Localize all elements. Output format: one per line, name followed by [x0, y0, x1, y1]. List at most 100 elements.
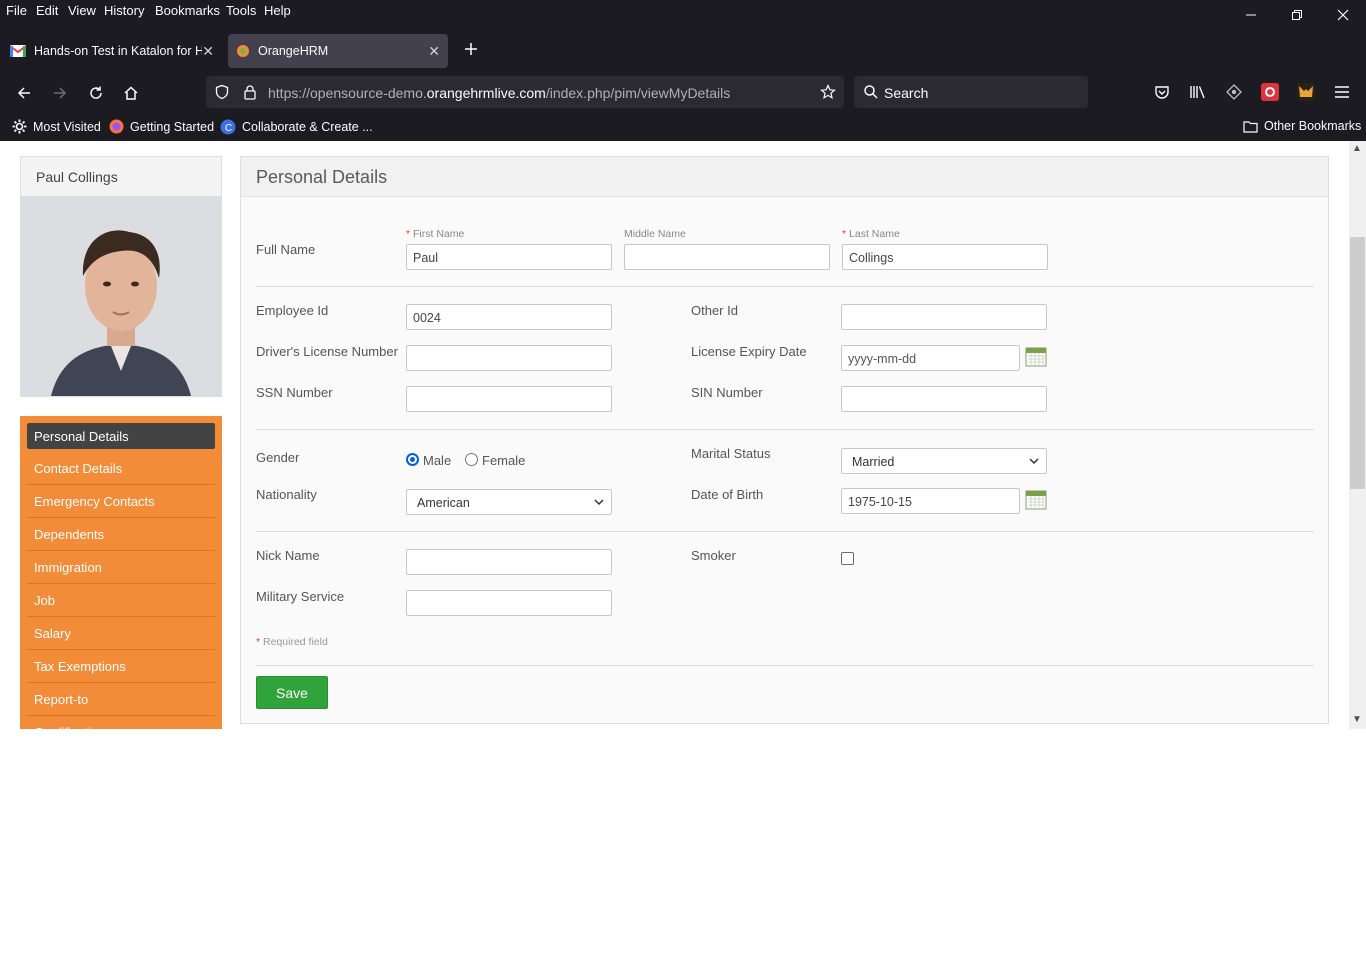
full-name-label: Full Name	[256, 242, 316, 257]
tab-bar: Hands-on Test in Katalon for He ✕ Orange…	[0, 32, 1366, 72]
gender-male-label[interactable]: Male	[423, 453, 451, 468]
nick-name-field[interactable]	[406, 549, 612, 575]
divider	[256, 665, 1314, 666]
dob-field[interactable]: 1975-10-15	[841, 488, 1020, 514]
arrow-right-icon	[54, 87, 67, 99]
menu-file[interactable]: File	[6, 3, 27, 18]
profile-name: Paul Collings	[36, 169, 118, 185]
search-bar[interactable]: Search	[854, 76, 1088, 108]
profile-photo[interactable]	[21, 196, 221, 396]
employee-id-label: Employee Id	[256, 303, 329, 318]
marital-status-label: Marital Status	[691, 446, 771, 461]
last-name-label: * Last Name	[842, 228, 900, 240]
scrollbar-thumb[interactable]	[1350, 237, 1365, 489]
sidebar-item-report-to[interactable]: Report-to	[27, 683, 215, 716]
extension-fox-button[interactable]	[1296, 82, 1316, 102]
browser-chrome: File Edit View History Bookmarks Tools H…	[0, 0, 1366, 141]
sidebar-item-contact-details[interactable]: Contact Details	[27, 452, 215, 485]
middle-name-field[interactable]	[624, 244, 830, 270]
back-button[interactable]	[11, 80, 37, 106]
tab-label: Hands-on Test in Katalon for He	[34, 44, 202, 58]
gender-male-radio[interactable]	[406, 453, 419, 466]
bookmark-most-visited[interactable]: Most Visited	[12, 119, 101, 134]
app-menu-button[interactable]	[1332, 82, 1352, 102]
pocket-button[interactable]	[1152, 82, 1172, 102]
sin-field[interactable]	[841, 386, 1047, 412]
star-icon[interactable]	[820, 84, 836, 100]
scroll-down-icon[interactable]: ▼	[1352, 714, 1362, 725]
menu-edit[interactable]: Edit	[36, 3, 58, 18]
military-service-field[interactable]	[406, 590, 612, 616]
reload-button[interactable]	[83, 80, 109, 106]
tab-gmail[interactable]: Hands-on Test in Katalon for He ✕	[4, 34, 222, 68]
forward-button[interactable]	[47, 80, 73, 106]
home-button[interactable]	[118, 80, 144, 106]
gender-label: Gender	[256, 450, 300, 465]
page-viewport: Paul Collings Personal Details Contact D…	[0, 141, 1366, 729]
calendar-icon[interactable]	[1025, 488, 1047, 510]
minimize-button[interactable]	[1228, 0, 1274, 30]
sidebar-item-emergency-contacts[interactable]: Emergency Contacts	[27, 485, 215, 518]
library-button[interactable]	[1188, 82, 1208, 102]
sidebar-item-salary[interactable]: Salary	[27, 617, 215, 650]
extension-red-button[interactable]	[1260, 82, 1280, 102]
bookmark-other[interactable]: Other Bookmarks	[1243, 119, 1361, 133]
personal-details-panel: Personal Details Full Name * First Name …	[240, 156, 1329, 724]
new-tab-button[interactable]	[458, 36, 484, 62]
calendar-icon[interactable]	[1025, 345, 1047, 367]
divider	[256, 531, 1314, 532]
gender-female-label[interactable]: Female	[482, 453, 525, 468]
page-scrollbar[interactable]: ▲ ▼	[1349, 141, 1366, 729]
license-number-field[interactable]	[406, 345, 612, 371]
arrow-left-icon	[17, 87, 30, 99]
scroll-up-icon[interactable]: ▲	[1352, 143, 1362, 154]
close-icon	[1337, 9, 1349, 21]
required-field-note: * Required field	[256, 636, 328, 648]
restore-button[interactable]	[1274, 0, 1320, 30]
divider	[256, 286, 1314, 287]
menu-view[interactable]: View	[68, 3, 96, 18]
sidebar-item-job[interactable]: Job	[27, 584, 215, 617]
save-button[interactable]: Save	[256, 676, 328, 709]
sidebar-item-personal-details[interactable]: Personal Details	[27, 423, 215, 449]
middle-name-label: Middle Name	[624, 228, 686, 240]
sidebar-item-dependents[interactable]: Dependents	[27, 518, 215, 551]
menu-tools[interactable]: Tools	[226, 3, 256, 18]
bookmark-getting-started[interactable]: Getting Started	[109, 119, 214, 134]
address-bar[interactable]: https://opensource-demo.orangehrmlive.co…	[206, 76, 844, 108]
close-window-button[interactable]	[1320, 0, 1366, 30]
close-tab-icon[interactable]: ✕	[202, 43, 214, 60]
bookmark-label: Collaborate & Create ...	[242, 120, 373, 134]
divider	[256, 429, 1314, 430]
bookmark-collaborate[interactable]: C Collaborate & Create ...	[220, 119, 373, 135]
license-expiry-label: License Expiry Date	[691, 344, 807, 359]
sidebar-item-tax-exemptions[interactable]: Tax Exemptions	[27, 650, 215, 683]
menu-history[interactable]: History	[104, 3, 144, 18]
other-id-field[interactable]	[841, 304, 1047, 330]
sin-label: SIN Number	[691, 385, 763, 400]
extension-button[interactable]	[1224, 82, 1244, 102]
lock-icon	[244, 85, 256, 100]
sidebar-item-qualifications[interactable]: Qualifications	[27, 716, 215, 730]
tab-orangehrm[interactable]: OrangeHRM ✕	[228, 34, 448, 68]
firefox-icon	[109, 119, 124, 134]
profile-card: Paul Collings	[20, 156, 222, 397]
smoker-checkbox[interactable]	[841, 552, 854, 565]
confluence-icon: C	[220, 119, 236, 135]
ssn-field[interactable]	[406, 386, 612, 412]
menu-help[interactable]: Help	[264, 3, 291, 18]
sidebar-item-immigration[interactable]: Immigration	[27, 551, 215, 584]
gender-female-radio[interactable]	[465, 453, 478, 466]
last-name-field[interactable]: Collings	[842, 244, 1048, 270]
shield-icon	[215, 84, 229, 100]
license-number-label: Driver's License Number	[256, 344, 398, 359]
close-tab-icon[interactable]: ✕	[428, 43, 440, 60]
nationality-value: American	[417, 496, 470, 510]
menu-bookmarks[interactable]: Bookmarks	[155, 3, 220, 18]
military-service-label: Military Service	[256, 589, 345, 604]
nationality-select[interactable]: American	[406, 489, 612, 515]
license-expiry-field[interactable]: yyyy-mm-dd	[841, 345, 1020, 371]
employee-id-field[interactable]: 0024	[406, 304, 612, 330]
first-name-field[interactable]: Paul	[406, 244, 612, 270]
marital-status-select[interactable]: Married	[841, 448, 1047, 474]
